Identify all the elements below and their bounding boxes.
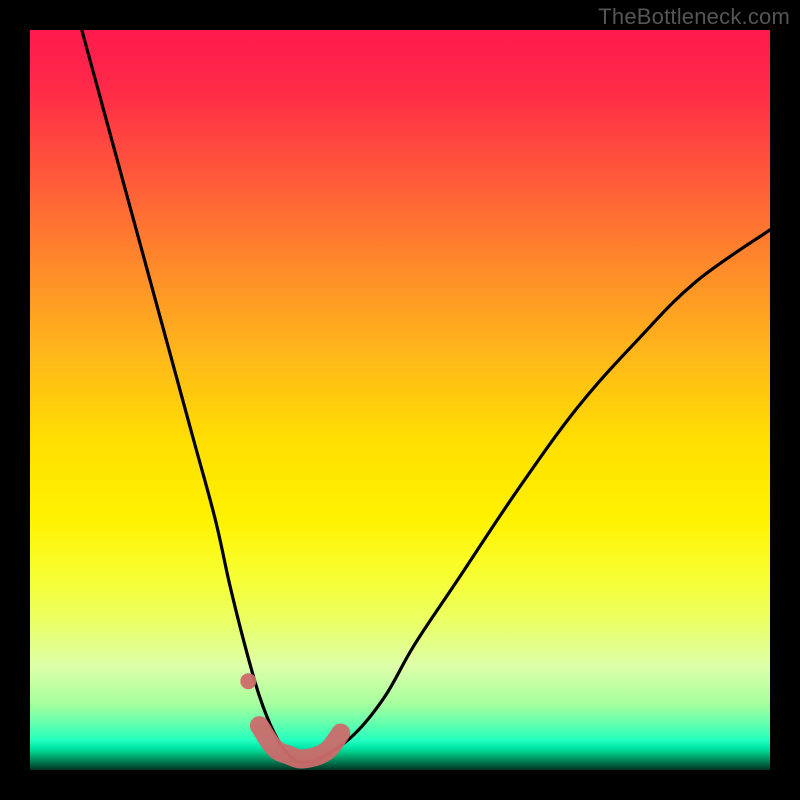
optimal-range-highlight <box>259 726 340 759</box>
highlight-dot <box>240 673 256 689</box>
chart-frame: TheBottleneck.com <box>0 0 800 800</box>
plot-area <box>30 30 770 770</box>
watermark-text: TheBottleneck.com <box>598 4 790 30</box>
curve-layer <box>30 30 770 770</box>
bottleneck-curve <box>82 30 770 763</box>
